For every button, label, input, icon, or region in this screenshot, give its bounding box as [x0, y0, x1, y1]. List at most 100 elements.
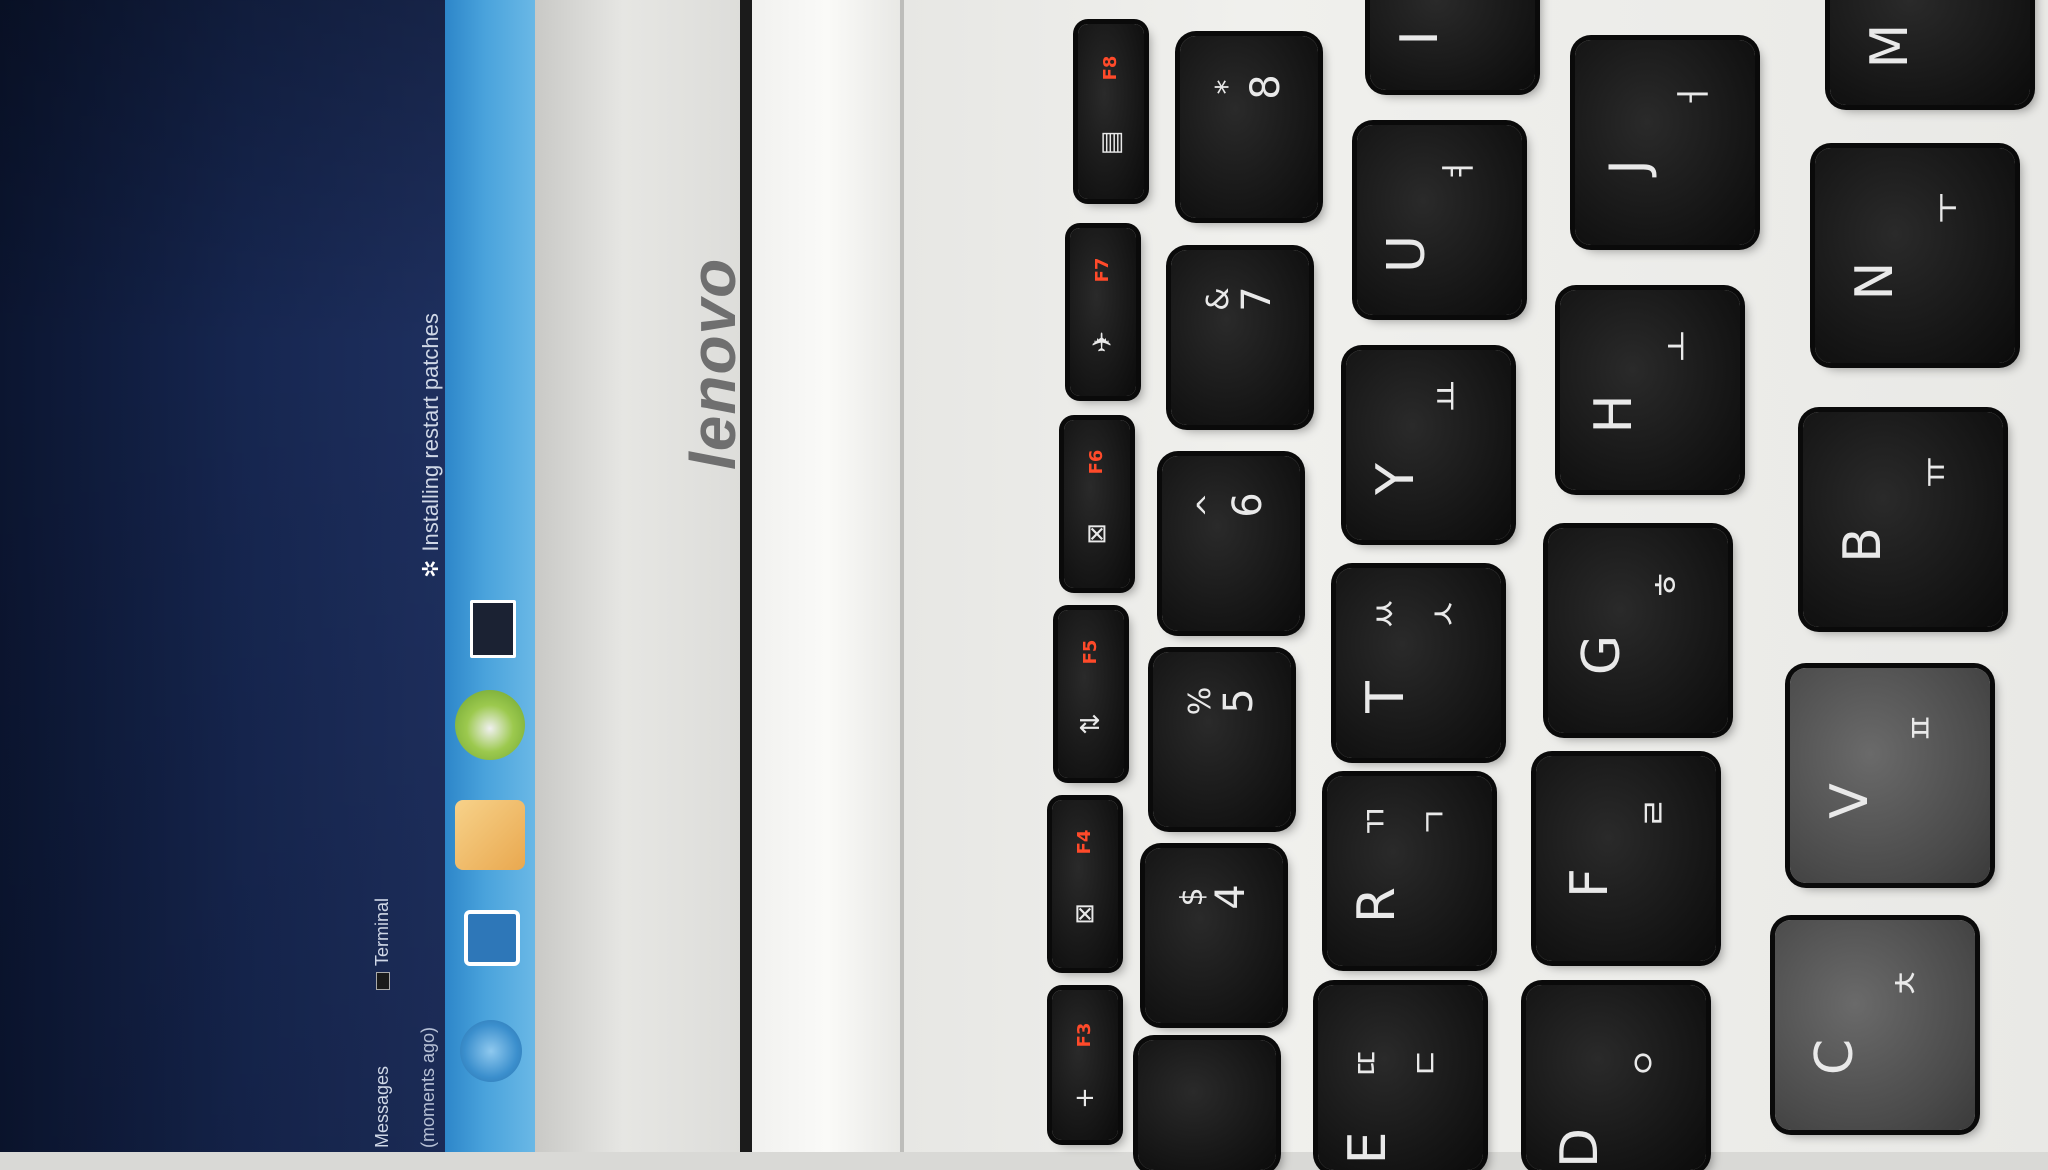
key-h[interactable]: H ㅗ [1560, 290, 1740, 490]
key-5-shift: % [1183, 686, 1219, 716]
f3-label: F3 [1074, 1022, 1095, 1048]
key-n[interactable]: N ㅜ [1815, 148, 2015, 363]
f7-label: F7 [1092, 257, 1113, 283]
key-f7[interactable]: F7 ✈ [1070, 228, 1136, 396]
key-f8[interactable]: F8 ▤ [1078, 24, 1144, 199]
notes-app-icon[interactable] [455, 800, 525, 870]
key-r-kor: ㄱ [1415, 805, 1456, 838]
key-c[interactable]: C ㅊ [1775, 920, 1975, 1130]
refresh-icon: ⇅ [1076, 713, 1106, 736]
f4-label: F4 [1074, 829, 1095, 855]
key-7[interactable]: & 7 [1171, 250, 1309, 425]
taskbar[interactable] [445, 0, 535, 1152]
key-t-kor-shift: ㅆ [1365, 597, 1406, 630]
f5-label: F5 [1080, 639, 1101, 665]
messages-label[interactable]: Messages [372, 1066, 393, 1148]
key-e[interactable]: E ㄸ ㄷ [1318, 985, 1483, 1170]
f8-label: F8 [1100, 55, 1121, 81]
key-g-main: G [1572, 634, 1632, 676]
key-f-main: F [1560, 868, 1620, 899]
key-t[interactable]: T ㅆ ㅅ [1336, 568, 1501, 758]
key-6-shift: ^ [1192, 492, 1228, 518]
key-6[interactable]: ^ 6 [1162, 456, 1300, 631]
key-v-main: V [1820, 783, 1880, 820]
key-g-kor: ㅎ [1646, 569, 1687, 602]
screen-bezel [535, 0, 755, 1152]
brand-logo: lenovo [677, 257, 749, 470]
key-m[interactable]: M [1830, 0, 2030, 105]
f6-label: F6 [1086, 449, 1107, 475]
key-j-main: J [1599, 159, 1659, 175]
key-r[interactable]: R ㄲ ㄱ [1327, 776, 1492, 966]
key-t-kor: ㅅ [1424, 597, 1465, 630]
key-f[interactable]: F ㄹ [1536, 756, 1716, 961]
key-3[interactable] [1138, 1040, 1276, 1170]
key-f3[interactable]: F3 + [1052, 990, 1118, 1140]
monitor-app-icon[interactable] [470, 600, 516, 658]
key-f5[interactable]: F5 ⇅ [1058, 610, 1124, 778]
key-i[interactable]: I [1370, 0, 1535, 90]
key-4-shift: $ [1175, 887, 1211, 907]
terminal-label: Terminal [372, 897, 392, 966]
key-y[interactable]: Y ㅛ [1346, 350, 1511, 540]
laptop-screen: ✲ Installing restart patches Messages (mo… [0, 0, 545, 1152]
key-c-kor: ㅊ [1887, 967, 1927, 999]
volume-up-icon: + [1070, 1087, 1100, 1109]
key-d-main: D [1550, 1127, 1610, 1168]
notification-text: Installing restart patches [418, 313, 443, 552]
terminal-icon [376, 972, 391, 990]
key-e-kor-shift: ㄸ [1347, 1047, 1388, 1079]
key-g[interactable]: G ㅎ [1548, 528, 1728, 733]
key-y-main: Y [1365, 463, 1426, 496]
key-y-kor: ㅛ [1428, 379, 1469, 412]
key-d-kor: ㅇ [1624, 1047, 1665, 1079]
key-v-kor: ㅍ [1902, 712, 1942, 744]
key-7-main: 7 [1233, 286, 1280, 312]
key-u-kor: ㅕ [1439, 154, 1480, 187]
key-8-main: 8 [1242, 74, 1289, 100]
key-m-main: M [1860, 23, 1920, 68]
key-v[interactable]: V ㅍ [1790, 668, 1990, 883]
key-6-main: 6 [1224, 492, 1271, 518]
display-icon: ▤ [1096, 130, 1126, 156]
key-f6[interactable]: F6 ⊠ [1064, 420, 1130, 588]
touchpad-icon: ⊠ [1082, 523, 1112, 546]
window-app-icon[interactable] [464, 910, 520, 966]
key-f4[interactable]: F4 ⊠ [1052, 800, 1118, 968]
key-r-main: R [1346, 887, 1407, 924]
key-n-kor: ㅜ [1927, 192, 1967, 224]
update-notification[interactable]: ✲ Installing restart patches [418, 313, 444, 578]
key-8-shift: * [1210, 79, 1246, 95]
key-u-main: U [1376, 235, 1437, 274]
key-f-kor: ㄹ [1634, 797, 1675, 830]
key-4[interactable]: $ 4 [1145, 848, 1283, 1023]
key-j-kor: ㅓ [1673, 81, 1714, 114]
key-7-shift: & [1201, 287, 1237, 311]
key-h-kor: ㅗ [1658, 330, 1699, 362]
key-8[interactable]: * 8 [1180, 36, 1318, 218]
key-e-main: E [1337, 1131, 1398, 1165]
key-h-main: H [1584, 394, 1644, 434]
key-e-kor: ㄷ [1406, 1047, 1447, 1079]
gear-icon: ✲ [418, 559, 443, 578]
airplane-icon: ✈ [1088, 331, 1118, 354]
key-u[interactable]: U ㅕ [1357, 125, 1522, 315]
key-5-main: 5 [1215, 688, 1262, 714]
key-c-main: C [1805, 1038, 1865, 1075]
close-window-icon: ⊠ [1070, 903, 1100, 926]
browser-app-icon[interactable] [460, 1020, 522, 1082]
hinge [752, 0, 902, 1152]
android-app-icon[interactable] [455, 690, 525, 760]
key-b[interactable]: B ㅠ [1803, 412, 2003, 627]
key-n-main: N [1845, 261, 1905, 301]
key-j[interactable]: J ㅓ [1575, 40, 1755, 245]
terminal-item[interactable]: Terminal [372, 898, 393, 990]
bezel-edge [740, 0, 752, 1152]
key-5[interactable]: % 5 [1153, 652, 1291, 827]
key-r-kor-shift: ㄲ [1356, 805, 1397, 838]
key-4-main: 4 [1207, 884, 1254, 910]
key-b-kor: ㅠ [1915, 456, 1955, 488]
key-b-main: B [1833, 527, 1893, 564]
key-i-main: I [1389, 29, 1450, 46]
key-d[interactable]: D ㅇ [1526, 985, 1706, 1170]
